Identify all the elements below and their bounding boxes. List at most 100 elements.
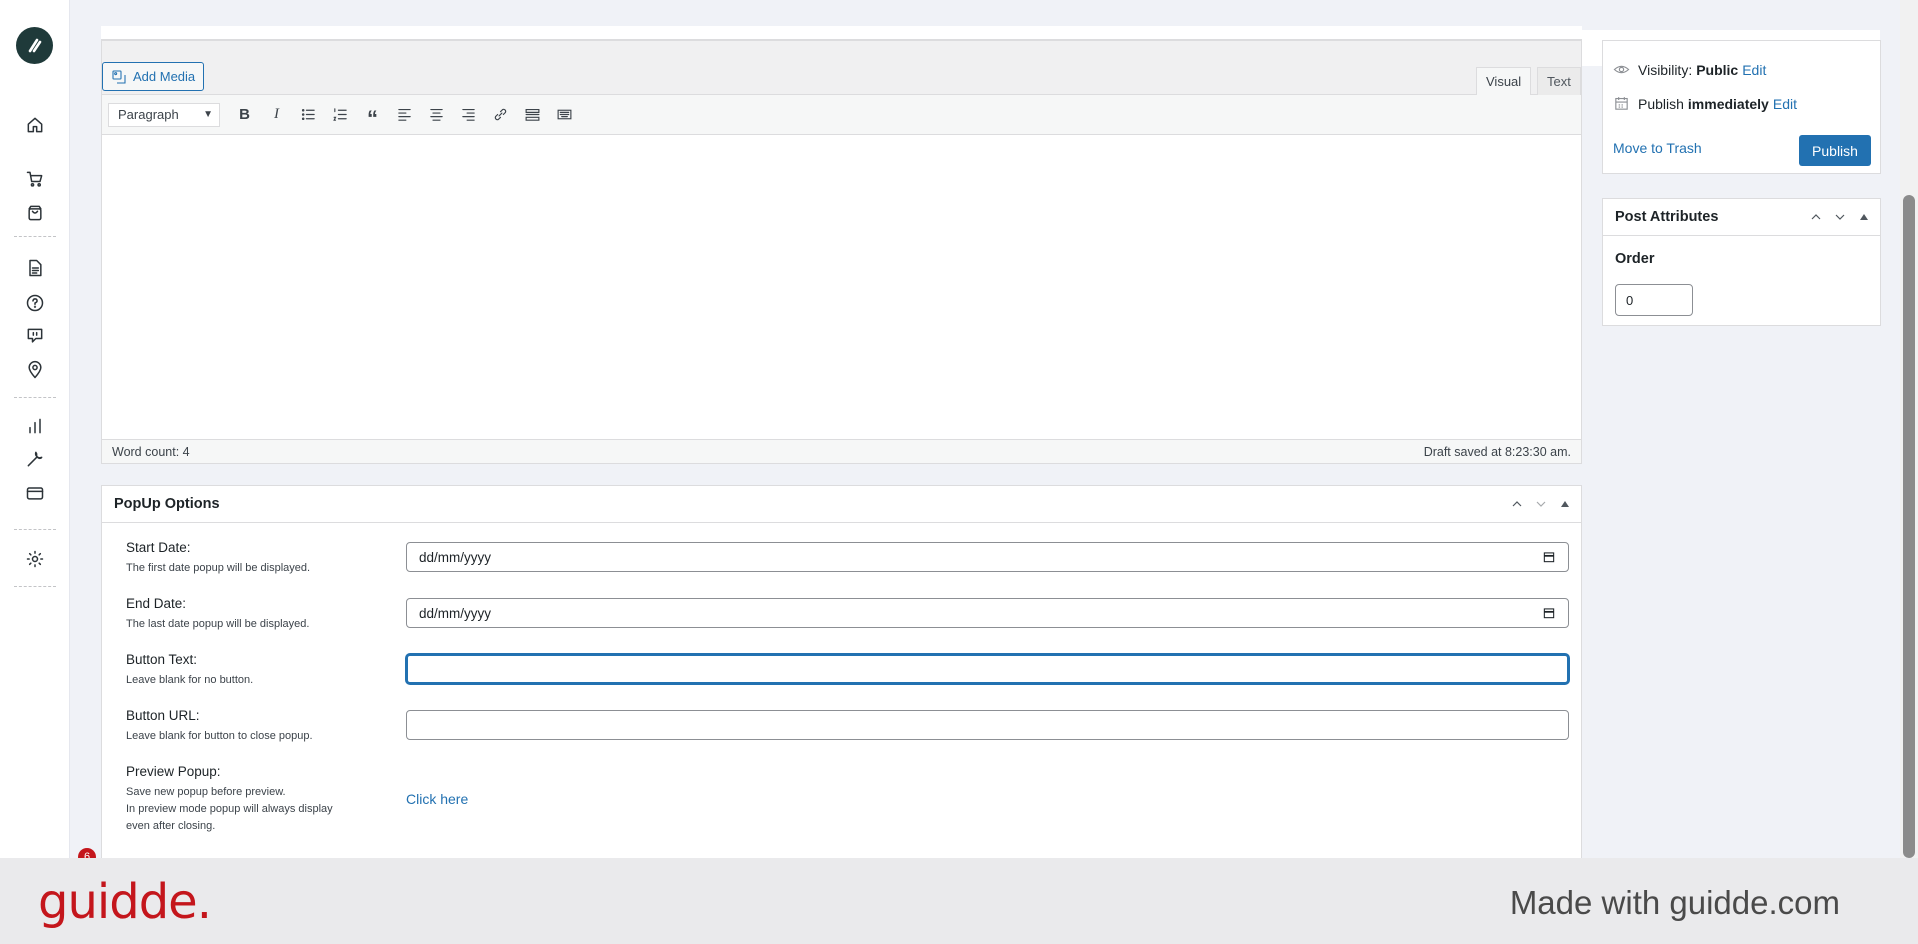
tab-visual[interactable]: Visual [1476,67,1532,95]
move-down-icon[interactable] [1533,496,1549,512]
scrollbar-thumb[interactable] [1903,195,1915,858]
post-attributes-title: Post Attributes [1615,209,1719,225]
word-count: Word count: 4 [112,444,190,459]
align-left-button[interactable] [391,101,418,128]
dropdown-arrow-icon: ▼ [203,109,213,120]
start-date-input[interactable]: dd/mm/yyyy [406,542,1569,572]
shopping-bag-icon[interactable] [23,201,47,225]
start-date-placeholder: dd/mm/yyyy [419,549,492,565]
chat-icon[interactable] [23,324,47,348]
bullet-list-icon [301,108,315,121]
editor-toolbar: Paragraph ▼ B I “ [102,95,1581,135]
link-icon [494,108,507,121]
media-icon [112,69,126,84]
publish-time-value: immediately [1687,95,1769,112]
italic-button[interactable]: I [263,101,290,128]
move-up-icon[interactable] [1509,496,1525,512]
align-center-button[interactable] [423,101,450,128]
cart-icon[interactable] [23,167,47,191]
sidebar-divider [14,397,56,398]
keyboard-icon [557,109,572,120]
button-text-desc: Leave blank for no button. [126,674,254,686]
title-area [101,26,1582,40]
calendar-icon[interactable] [1542,550,1556,564]
button-url-field-label: Button URL: Leave blank for button to cl… [126,708,313,745]
publish-box: Visibility: Public Edit Publish immediat… [1602,40,1881,174]
preview-popup-link[interactable]: Click here [406,791,468,807]
align-left-icon [398,108,411,121]
visibility-label: Visibility: [1638,61,1693,78]
start-date-label: Start Date: [126,540,191,555]
start-date-desc: The first date popup will be displayed. [126,562,311,574]
end-date-input[interactable]: dd/mm/yyyy [406,598,1569,628]
editor-body[interactable] [102,135,1581,439]
button-text-label: Button Text: [126,652,198,667]
numbered-list-button[interactable] [327,101,354,128]
add-media-label: Add Media [133,69,196,84]
order-input[interactable]: 0 [1615,284,1693,316]
align-right-icon [462,108,475,121]
bullet-list-button[interactable] [295,101,322,128]
order-label: Order [1615,251,1655,267]
read-more-button[interactable] [519,101,546,128]
preview-desc-line: In preview mode popup will always displa… [126,803,333,815]
draft-saved-status: Draft saved at 8:23:30 am. [1423,444,1571,459]
button-url-label: Button URL: [126,708,200,723]
collapse-toggle-icon[interactable] [1561,501,1569,507]
eye-icon [1613,65,1630,74]
post-attributes-header: Post Attributes [1603,199,1880,236]
app-logo[interactable] [16,27,53,64]
end-date-placeholder: dd/mm/yyyy [419,605,492,621]
visibility-edit-link[interactable]: Edit [1742,62,1766,78]
sidebar [0,0,70,858]
align-right-button[interactable] [455,101,482,128]
button-url-input[interactable] [406,710,1569,740]
align-center-icon [430,108,443,121]
page-scrollbar[interactable] [1900,0,1918,858]
visibility-row: Visibility: Public Edit [1613,61,1766,78]
help-icon[interactable] [23,291,47,315]
sidebar-divider [14,529,56,530]
publish-button[interactable]: Publish [1799,135,1871,166]
bar-chart-icon[interactable] [23,414,47,438]
publish-time-edit-link[interactable]: Edit [1773,96,1797,112]
guidde-logo: guidde. [38,874,212,930]
move-up-icon[interactable] [1808,209,1824,225]
move-to-trash-link[interactable]: Move to Trash [1613,140,1702,156]
content-editor: Add Media Visual Text Paragraph ▼ B I “ … [101,40,1582,464]
home-icon[interactable] [23,113,47,137]
tab-text[interactable]: Text [1537,67,1581,95]
document-icon[interactable] [23,256,47,280]
settings-gear-icon[interactable] [23,547,47,571]
post-attributes-box: Post Attributes Order 0 [1602,198,1881,326]
sidebar-divider [14,586,56,587]
preview-popup-desc: Save new popup before preview. In previe… [126,784,333,835]
move-down-icon[interactable] [1832,209,1848,225]
guidde-footer: guidde. Made with guidde.com [0,858,1918,944]
toolbar-toggle-button[interactable] [551,101,578,128]
blockquote-button[interactable]: “ [359,101,386,129]
italic-icon: I [274,106,279,122]
format-select[interactable]: Paragraph ▼ [108,102,220,127]
collapse-toggle-icon[interactable] [1860,214,1868,220]
add-media-button[interactable]: Add Media [102,62,205,91]
location-pin-icon[interactable] [23,358,47,382]
sidebar-divider [14,236,56,237]
box-handles [1509,496,1569,512]
end-date-label: End Date: [126,596,187,611]
button-url-desc: Leave blank for button to close popup. [126,730,313,742]
insert-link-button[interactable] [487,101,514,128]
bold-icon: B [239,106,250,123]
format-select-value: Paragraph [118,107,179,122]
preview-desc-line: even after closing. [126,820,216,832]
calendar-icon[interactable] [1542,606,1556,620]
credit-card-icon[interactable] [23,481,47,505]
button-text-input[interactable] [406,654,1569,684]
wrench-icon[interactable] [23,447,47,471]
popup-options-box: PopUp Options Start Date: The first date… [101,485,1582,860]
bold-button[interactable]: B [231,101,258,128]
start-date-field-label: Start Date: The first date popup will be… [126,540,310,577]
preview-popup-label: Preview Popup: [126,764,221,779]
preview-popup-field-label: Preview Popup: Save new popup before pre… [126,764,333,835]
popup-options-header: PopUp Options [102,486,1581,523]
